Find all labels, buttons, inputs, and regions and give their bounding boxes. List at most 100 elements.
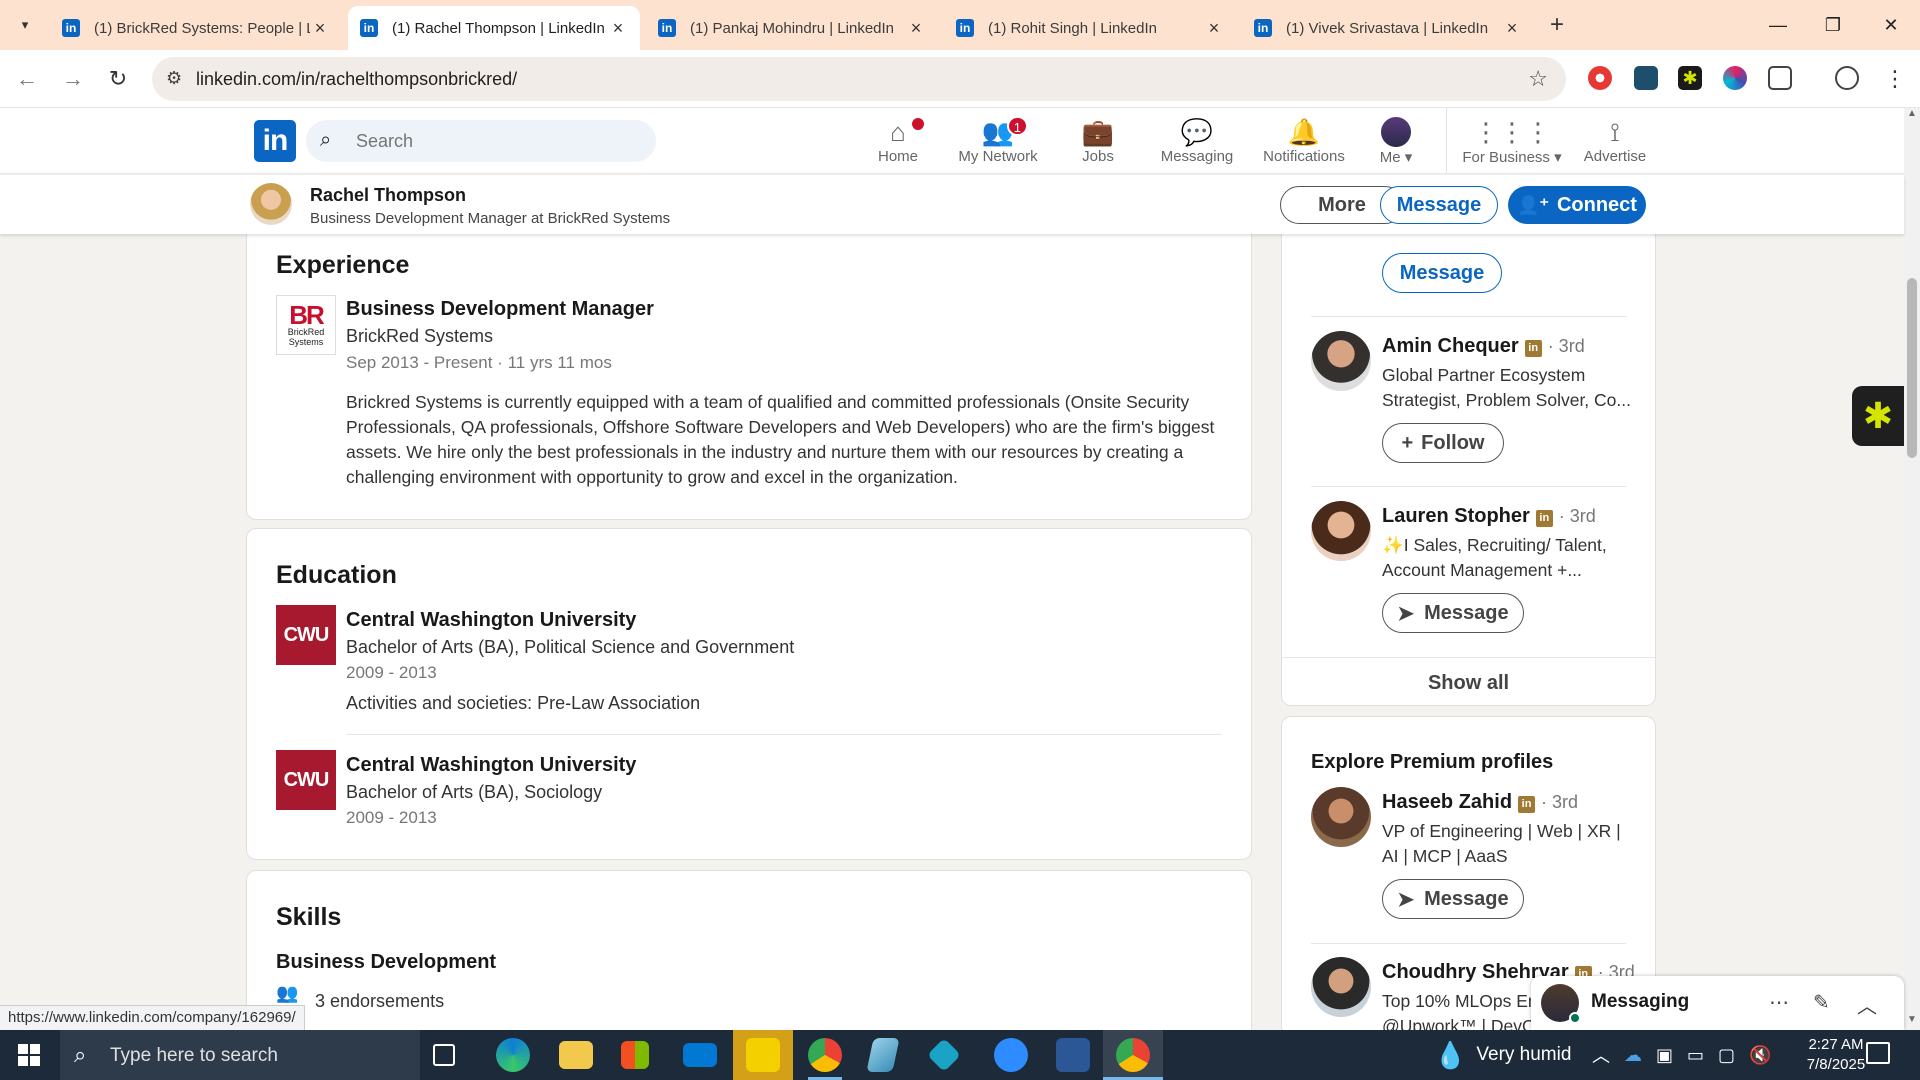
person-avatar[interactable] <box>1311 787 1371 847</box>
scroll-up-icon[interactable]: ▲ <box>1904 108 1920 124</box>
extension-color-icon[interactable] <box>1723 66 1747 90</box>
close-window-button[interactable]: ✕ <box>1868 8 1914 42</box>
nav-messaging[interactable]: 💬 Messaging <box>1156 116 1238 172</box>
tab-close-icon[interactable]: × <box>608 18 628 39</box>
edge-icon[interactable] <box>496 1038 530 1072</box>
extension-pokeball-icon[interactable] <box>1588 66 1612 90</box>
tab-close-icon[interactable]: × <box>1204 18 1224 39</box>
tab-close-icon[interactable]: × <box>906 18 926 39</box>
tab-vivek-srivastava[interactable]: in (1) Vivek Srivastava | LinkedIn × <box>1242 6 1534 50</box>
search-box[interactable]: ⌕ <box>306 120 656 162</box>
cwu-logo[interactable]: CWU <box>276 605 336 665</box>
store-icon[interactable] <box>621 1041 649 1069</box>
sticky-notes-icon[interactable] <box>746 1038 780 1072</box>
connect-button[interactable]: 👤⁺ Connect <box>1508 186 1646 224</box>
gem-app-icon[interactable] <box>927 1038 961 1072</box>
notepad-icon[interactable] <box>866 1038 900 1072</box>
message-button[interactable]: Message <box>1380 186 1498 224</box>
taskbar-search[interactable]: ⌕ Type here to search <box>60 1030 420 1080</box>
meet-now-icon[interactable]: ▣ <box>1656 1045 1673 1066</box>
experience-section: Experience BR BrickRed Systems Business … <box>246 220 1252 520</box>
floating-extension-asterisk-icon[interactable]: ✱ <box>1852 386 1904 446</box>
tab-title: (1) Pankaj Mohindru | LinkedIn <box>690 19 895 37</box>
site-info-icon[interactable]: ⚙ <box>166 68 182 89</box>
nav-jobs[interactable]: 💼 Jobs <box>1068 116 1128 172</box>
bookmark-star-icon[interactable]: ☆ <box>1528 66 1548 92</box>
chevron-up-icon[interactable]: ︿ <box>1592 1042 1610 1068</box>
compose-icon[interactable]: ✎ <box>1813 990 1830 1015</box>
experience-role[interactable]: Business Development Manager <box>346 298 654 321</box>
mail-icon[interactable] <box>683 1043 717 1067</box>
person-avatar[interactable] <box>1311 957 1371 1017</box>
clock[interactable]: 2:27 AM 7/8/2025 <box>1800 1035 1872 1075</box>
network-icon[interactable]: ▢ <box>1718 1045 1735 1066</box>
nav-for-business[interactable]: ⋮⋮⋮ For Business ▾ <box>1456 116 1568 172</box>
tab-rachel-thompson[interactable]: in (1) Rachel Thompson | LinkedIn × <box>348 6 640 50</box>
scroll-thumb[interactable] <box>1907 278 1917 458</box>
person-avatar[interactable] <box>1311 331 1371 391</box>
person-name[interactable]: Lauren Stopher in · 3rd <box>1382 505 1596 528</box>
nav-me[interactable]: Me ▾ <box>1368 116 1424 172</box>
battery-icon[interactable]: ▭ <box>1687 1045 1704 1066</box>
tab-brickred-people[interactable]: in (1) BrickRed Systems: People | L × <box>50 6 342 50</box>
skill-endorsements[interactable]: 3 endorsements <box>315 991 444 1012</box>
message-button[interactable]: ➤ Message <box>1382 593 1524 633</box>
volume-mute-icon[interactable]: 🔇 <box>1749 1045 1771 1066</box>
extension-video-icon[interactable] <box>1634 66 1658 90</box>
nav-home[interactable]: ⌂ Home <box>868 116 928 172</box>
notification-center-icon[interactable] <box>1866 1042 1890 1064</box>
forward-button[interactable]: → <box>58 64 88 94</box>
reload-button[interactable]: ↻ <box>103 64 133 94</box>
chrome-profile-icon[interactable] <box>1116 1038 1150 1072</box>
tab-title: (1) BrickRed Systems: People | L <box>94 19 310 37</box>
follow-button[interactable]: + Follow <box>1382 423 1504 463</box>
divider <box>1282 657 1655 658</box>
more-options-icon[interactable]: ⋯ <box>1769 990 1789 1015</box>
message-button[interactable]: ➤ Message <box>1382 879 1524 919</box>
nav-advertise[interactable]: ⟟ Advertise <box>1578 116 1652 172</box>
restore-button[interactable]: ❐ <box>1810 8 1856 42</box>
person-avatar[interactable] <box>1311 501 1371 561</box>
chrome-icon[interactable] <box>808 1038 842 1072</box>
task-view-icon[interactable] <box>433 1044 455 1066</box>
file-explorer-icon[interactable] <box>559 1041 593 1069</box>
show-all-button[interactable]: Show all <box>1282 672 1655 695</box>
cwu-logo[interactable]: CWU <box>276 750 336 810</box>
extensions-puzzle-icon[interactable] <box>1768 66 1792 90</box>
extension-asterisk-icon[interactable]: ✱ <box>1678 66 1702 90</box>
tab-close-icon[interactable]: × <box>310 18 330 39</box>
address-bar[interactable]: ⚙ linkedin.com/in/rachelthompsonbrickred… <box>152 57 1566 101</box>
weather-widget[interactable]: 💧 Very humid <box>1434 1030 1571 1080</box>
profile-icon[interactable] <box>1835 66 1859 90</box>
education-school[interactable]: Central Washington University <box>346 609 636 632</box>
back-button[interactable]: ← <box>12 64 42 94</box>
word-icon[interactable] <box>1056 1038 1090 1072</box>
tab-rohit-singh[interactable]: in (1) Rohit Singh | LinkedIn × <box>944 6 1236 50</box>
person-name[interactable]: Haseeb Zahid in · 3rd <box>1382 791 1578 814</box>
chrome-menu-icon[interactable]: ⋮ <box>1880 64 1910 94</box>
onedrive-cloud-icon[interactable]: ☁ <box>1624 1045 1642 1066</box>
education-school[interactable]: Central Washington University <box>346 754 636 777</box>
skill-name[interactable]: Business Development <box>276 951 496 974</box>
brickred-logo[interactable]: BR BrickRed Systems <box>276 295 336 355</box>
page-scrollbar[interactable]: ▲ ▼ <box>1904 108 1920 1030</box>
tab-close-icon[interactable]: × <box>1502 18 1522 39</box>
scroll-down-icon[interactable]: ▼ <box>1904 1014 1920 1030</box>
system-tray[interactable]: ︿ ☁ ▣ ▭ ▢ 🔇 <box>1592 1030 1771 1080</box>
message-button[interactable]: Message <box>1382 253 1502 293</box>
messaging-overlay[interactable]: Messaging ⋯ ✎ ︿ <box>1531 976 1904 1030</box>
windows-start-icon[interactable] <box>18 1044 40 1066</box>
linkedin-logo[interactable]: in <box>254 120 296 162</box>
bell-icon: 🔔 <box>1287 117 1321 147</box>
new-tab-button[interactable]: + <box>1542 10 1572 40</box>
tab-search-dropdown[interactable]: ▾ <box>10 12 40 38</box>
person-headline: VP of Engineering | Web | XR | AI | MCP … <box>1382 821 1621 866</box>
nav-notifications[interactable]: 🔔 Notifications <box>1252 116 1356 172</box>
search-input[interactable] <box>356 128 636 154</box>
tab-pankaj-mohindru[interactable]: in (1) Pankaj Mohindru | LinkedIn × <box>646 6 938 50</box>
person-name[interactable]: Amin Chequer in · 3rd <box>1382 335 1585 358</box>
zoom-icon[interactable] <box>994 1038 1028 1072</box>
chevron-up-icon[interactable]: ︿ <box>1857 990 1877 1019</box>
minimize-button[interactable]: — <box>1755 8 1801 42</box>
nav-my-network[interactable]: 👥 1 My Network <box>948 116 1048 172</box>
